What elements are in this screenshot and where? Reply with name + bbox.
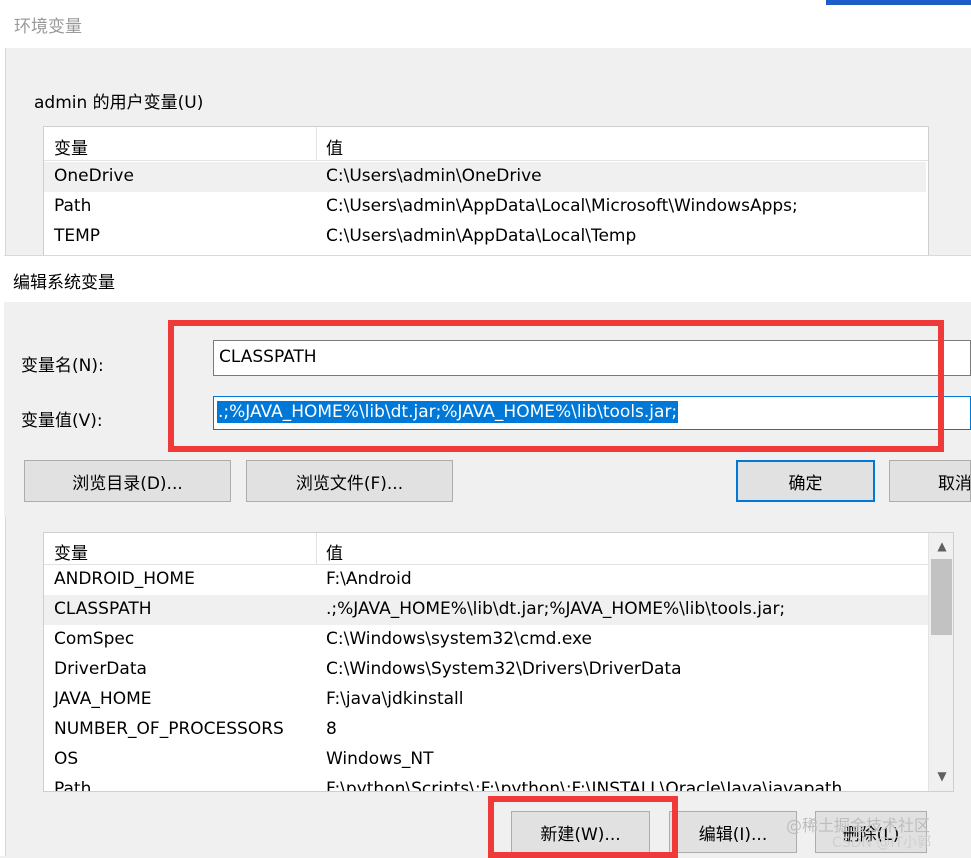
variable-name-cell: JAVA_HOME — [54, 689, 152, 709]
cancel-button[interactable]: 取消 — [889, 460, 971, 502]
variable-value-selected-text: .;%JAVA_HOME%\lib\dt.jar;%JAVA_HOME%\lib… — [217, 401, 679, 423]
variable-value-cell: F:\python\Scripts\;F:\python\;F:\INSTALL… — [326, 779, 843, 792]
table-row[interactable]: OneDrive C:\Users\admin\OneDrive — [44, 162, 926, 192]
table-row[interactable]: ANDROID_HOME F:\Android — [44, 565, 928, 595]
column-header-value[interactable]: 值 — [326, 134, 343, 159]
variable-name-cell: OS — [54, 749, 79, 769]
background-window-edge — [826, 0, 971, 5]
table-row[interactable]: Path F:\python\Scripts\;F:\python\;F:\IN… — [44, 775, 928, 792]
column-divider[interactable] — [316, 127, 317, 161]
vertical-scrollbar[interactable]: ▲ ▼ — [928, 533, 953, 791]
variable-name-cell: OneDrive — [54, 166, 134, 186]
ok-button[interactable]: 确定 — [736, 460, 875, 502]
edit-system-variable-dialog: 编辑系统变量 变量名(N): CLASSPATH 变量值(V): .;%JAVA… — [4, 255, 971, 517]
variable-value-cell: F:\java\jdkinstall — [326, 689, 464, 709]
dialog-title: 编辑系统变量 — [13, 273, 115, 293]
variable-value-cell: 8 — [326, 719, 337, 739]
browse-file-button[interactable]: 浏览文件(F)... — [246, 460, 453, 502]
table-row[interactable]: TEMP C:\Users\admin\AppData\Local\Temp — [44, 222, 926, 252]
scroll-up-arrow-icon[interactable]: ▲ — [929, 535, 953, 557]
variable-value-cell: .;%JAVA_HOME%\lib\dt.jar;%JAVA_HOME%\lib… — [326, 599, 786, 619]
edit-variable-button[interactable]: 编辑(I)... — [669, 811, 797, 853]
variable-name-input-text: CLASSPATH — [219, 347, 317, 367]
system-variables-table[interactable]: 变量 值 ANDROID_HOME F:\Android CLASSPATH .… — [43, 532, 954, 792]
variable-name-cell: NUMBER_OF_PROCESSORS — [54, 719, 284, 739]
variable-value-input[interactable]: .;%JAVA_HOME%\lib\dt.jar;%JAVA_HOME%\lib… — [213, 396, 971, 430]
scrollbar-thumb[interactable] — [931, 559, 952, 635]
variable-name-cell: Path — [54, 196, 92, 216]
table-row[interactable]: DriverData C:\Windows\System32\Drivers\D… — [44, 655, 928, 685]
variable-name-input[interactable]: CLASSPATH — [213, 340, 971, 376]
variable-value-cell: C:\Windows\system32\cmd.exe — [326, 629, 593, 649]
table-header: 变量 值 — [44, 533, 928, 565]
user-variables-table[interactable]: 变量 值 OneDrive C:\Users\admin\OneDrive Pa… — [43, 126, 929, 256]
variable-name-cell: ComSpec — [54, 629, 135, 649]
variable-name-cell: TEMP — [54, 226, 101, 246]
variable-name-cell: DriverData — [54, 659, 147, 679]
env-window-title: 环境变量 — [14, 17, 82, 37]
variable-name-cell: CLASSPATH — [54, 599, 152, 619]
new-variable-button[interactable]: 新建(W)... — [511, 811, 650, 853]
variable-name-cell: Path — [54, 779, 92, 792]
column-header-variable[interactable]: 变量 — [54, 134, 88, 159]
column-header-variable[interactable]: 变量 — [54, 539, 88, 564]
variable-value-cell: C:\Windows\System32\Drivers\DriverData — [326, 659, 682, 679]
variable-value-cell: C:\Users\admin\OneDrive — [326, 166, 542, 186]
variable-value-cell: Windows_NT — [326, 749, 434, 769]
variable-value-cell: F:\Android — [326, 569, 412, 589]
table-row[interactable]: ComSpec C:\Windows\system32\cmd.exe — [44, 625, 928, 655]
table-row[interactable]: Path C:\Users\admin\AppData\Local\Micros… — [44, 192, 926, 222]
variable-name-cell: ANDROID_HOME — [54, 569, 195, 589]
variable-value-cell: C:\Users\admin\AppData\Local\Microsoft\W… — [326, 196, 798, 216]
table-row[interactable]: CLASSPATH .;%JAVA_HOME%\lib\dt.jar;%JAVA… — [44, 595, 928, 625]
scroll-down-arrow-icon[interactable]: ▼ — [929, 765, 953, 787]
variable-value-cell: C:\Users\admin\AppData\Local\Temp — [326, 226, 637, 246]
table-row[interactable]: JAVA_HOME F:\java\jdkinstall — [44, 685, 928, 715]
table-row[interactable]: OS Windows_NT — [44, 745, 928, 775]
browse-directory-button[interactable]: 浏览目录(D)... — [24, 460, 231, 502]
table-header: 变量 值 — [44, 127, 928, 161]
env-window-titlebar: 环境变量 — [0, 0, 971, 48]
watermark-credit: CSDN @IT小郭 — [832, 835, 932, 851]
variable-name-label: 变量名(N): — [21, 356, 104, 376]
column-divider[interactable] — [316, 533, 317, 565]
dialog-titlebar: 编辑系统变量 — [4, 256, 971, 302]
user-variables-group-label: admin 的用户变量(U) — [34, 93, 204, 113]
table-row[interactable]: NUMBER_OF_PROCESSORS 8 — [44, 715, 928, 745]
variable-value-label: 变量值(V): — [21, 411, 103, 431]
column-header-value[interactable]: 值 — [326, 539, 343, 564]
